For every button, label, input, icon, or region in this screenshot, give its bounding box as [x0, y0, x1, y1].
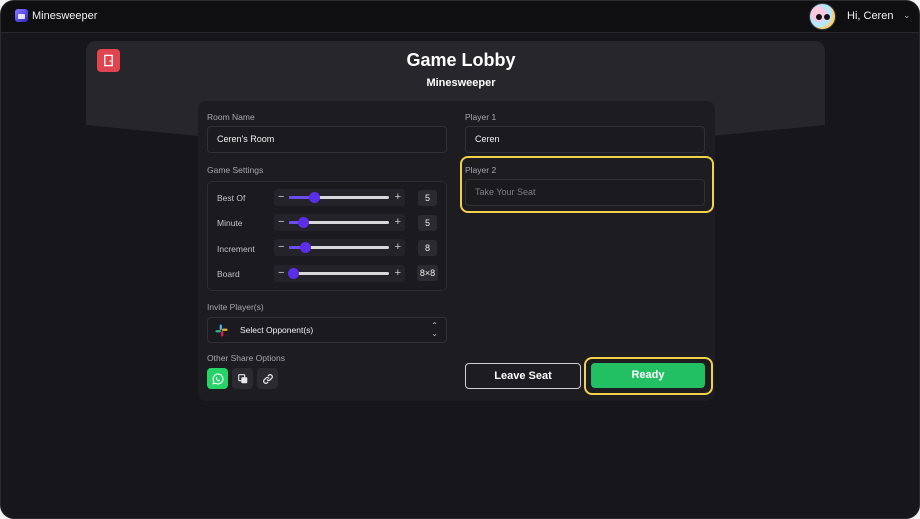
setting-label-minute: Minute: [217, 218, 243, 228]
ready-button[interactable]: Ready: [591, 363, 705, 388]
leave-seat-button[interactable]: Leave Seat: [465, 363, 581, 389]
share-options-label: Other Share Options: [207, 353, 285, 363]
best-of-value: 5: [418, 190, 437, 206]
minute-value: 5: [418, 215, 437, 231]
link-share-button[interactable]: [257, 368, 278, 389]
chevron-updown-icon: ⌃ ⌄: [431, 321, 438, 338]
minute-slider[interactable]: − +: [274, 214, 405, 231]
board-value: 8×8: [417, 265, 438, 281]
user-greeting[interactable]: Hi, Ceren: [847, 10, 893, 22]
avatar[interactable]: [809, 3, 836, 30]
slider-track[interactable]: [289, 242, 389, 253]
take-seat-button[interactable]: Take Your Seat: [465, 179, 705, 206]
room-name-input[interactable]: Ceren's Room: [207, 126, 447, 153]
whatsapp-icon: [211, 373, 224, 385]
player1-seat: Ceren: [465, 126, 705, 153]
invite-players-label: Invite Player(s): [207, 302, 264, 312]
link-icon: [262, 373, 273, 384]
setting-label-best-of: Best Of: [217, 193, 246, 203]
minus-icon[interactable]: −: [278, 191, 284, 203]
increment-slider[interactable]: − +: [274, 239, 405, 256]
slider-track[interactable]: [289, 192, 389, 203]
minus-icon[interactable]: −: [278, 216, 284, 228]
board-slider[interactable]: − +: [274, 265, 405, 282]
page-subtitle: Minesweeper: [426, 77, 496, 89]
slider-thumb[interactable]: [309, 192, 320, 203]
whatsapp-share-button[interactable]: [207, 368, 228, 389]
setting-label-increment: Increment: [217, 244, 255, 254]
app-logo-icon: [15, 9, 28, 22]
room-name-label: Room Name: [207, 112, 255, 122]
plus-icon[interactable]: +: [395, 267, 401, 279]
slider-thumb[interactable]: [298, 217, 309, 228]
page-title: Game Lobby: [406, 50, 516, 70]
increment-value: 8: [418, 240, 437, 256]
best-of-slider[interactable]: − +: [274, 189, 405, 206]
slack-icon: [215, 324, 228, 337]
plus-icon[interactable]: +: [395, 216, 401, 228]
minus-icon[interactable]: −: [278, 241, 284, 253]
copy-share-button[interactable]: [232, 368, 253, 389]
plus-icon[interactable]: +: [395, 241, 401, 253]
copy-icon: [237, 373, 247, 383]
slider-thumb[interactable]: [300, 242, 311, 253]
player1-label: Player 1: [465, 112, 497, 122]
select-opponents-dropdown[interactable]: Select Opponent(s) ⌃ ⌄: [207, 317, 447, 343]
slider-thumb[interactable]: [288, 268, 299, 279]
app-name: Minesweeper: [32, 10, 98, 22]
select-opponents-value: Select Opponent(s): [240, 325, 314, 335]
game-settings-label: Game Settings: [207, 165, 264, 175]
player2-label: Player 2: [465, 165, 497, 175]
minus-icon[interactable]: −: [278, 267, 284, 279]
app-window: Minesweeper Hi, Ceren ⌄ Game Lobby Mines…: [0, 0, 920, 519]
slider-track[interactable]: [288, 268, 389, 279]
plus-icon[interactable]: +: [395, 191, 401, 203]
top-bar: Minesweeper Hi, Ceren ⌄: [1, 1, 919, 33]
setting-label-board: Board: [217, 269, 240, 279]
chevron-down-icon[interactable]: ⌄: [903, 10, 911, 21]
slider-track[interactable]: [289, 217, 389, 228]
